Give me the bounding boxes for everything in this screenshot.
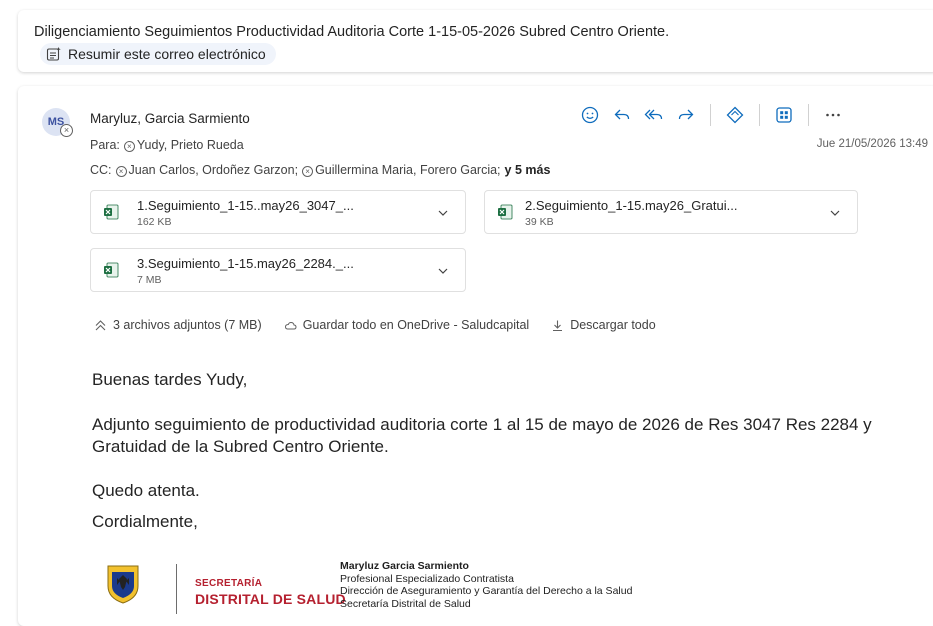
reply-all-icon: [644, 109, 663, 120]
body-regards: Cordialmente,: [92, 512, 198, 531]
message-card: MS × Maryluz, Garcia Sarmiento Para: × Yu…: [18, 86, 933, 626]
subject-card: Diligenciamiento Seguimientos Productivi…: [18, 10, 933, 72]
apps-icon: [776, 107, 792, 123]
signature-entity: Secretaría Distrital de Salud: [340, 597, 471, 610]
chevron-down-icon[interactable]: [437, 265, 449, 277]
react-button[interactable]: [574, 102, 606, 128]
toolbar-divider: [710, 104, 711, 126]
attachment-card[interactable]: 3.Seguimiento_1-15.may26_2284._... 7 MB: [90, 248, 466, 292]
attachment-size: 162 KB: [137, 216, 172, 228]
body-paragraph: Adjunto seguimiento de productividad aud…: [92, 415, 872, 456]
excel-icon: [104, 262, 119, 278]
attachment-name: 3.Seguimiento_1-15.may26_2284._...: [137, 256, 354, 271]
toolbar-divider: [808, 104, 809, 126]
chevron-down-icon[interactable]: [437, 207, 449, 219]
chevron-double-up-icon: [95, 319, 106, 330]
attachment-size: 7 MB: [137, 274, 162, 286]
excel-icon: [498, 204, 513, 220]
message-actions: [574, 102, 849, 128]
body-greeting: Buenas tardes Yudy,: [92, 370, 248, 389]
logo-line-1: SECRETARÍA: [195, 578, 263, 589]
attachments-summary: 3 archivos adjuntos (7 MB): [113, 318, 262, 332]
cc-recipient-name: Juan Carlos, Ordoñez Garzon;: [128, 163, 299, 177]
summarize-button[interactable]: Resumir este correo electrónico: [40, 43, 276, 65]
attachment-size: 39 KB: [525, 216, 554, 228]
signature-block: Maryluz Garcia Sarmiento Profesional Esp…: [340, 560, 632, 610]
attachment-card[interactable]: 1.Seguimiento_1-15..may26_3047_... 162 K…: [90, 190, 466, 234]
download-icon: [553, 320, 563, 331]
message-date: Jue 21/05/2026 13:49: [816, 138, 928, 150]
collapse-attachments-button[interactable]: 3 archivos adjuntos (7 MB): [94, 318, 262, 332]
reply-icon: [614, 109, 630, 120]
attachment-name: 1.Seguimiento_1-15..may26_3047_...: [137, 198, 354, 213]
apps-button[interactable]: [768, 102, 800, 128]
signature-name: Maryluz Garcia Sarmiento: [340, 560, 469, 572]
to-label: Para:: [90, 138, 120, 152]
download-all-label: Descargar todo: [570, 318, 656, 332]
copilot-button[interactable]: [719, 102, 751, 128]
chevron-down-icon[interactable]: [829, 207, 841, 219]
cc-line: CC: × Juan Carlos, Ordoñez Garzon; × Guill…: [90, 163, 550, 177]
presence-offline-icon: ×: [115, 166, 127, 177]
toolbar-divider: [759, 104, 760, 126]
cloud-icon: [284, 321, 297, 329]
save-onedrive-label: Guardar todo en OneDrive - Saludcapital: [302, 318, 530, 332]
presence-offline-icon: ×: [302, 166, 314, 177]
smiley-icon: [581, 106, 599, 124]
cc-label: CC:: [90, 163, 112, 177]
summarize-label: Resumir este correo electrónico: [68, 46, 266, 62]
reply-button[interactable]: [606, 102, 638, 128]
excel-icon: [104, 204, 119, 220]
reply-all-button[interactable]: [638, 102, 670, 128]
sender-name[interactable]: Maryluz, Garcia Sarmiento: [90, 111, 250, 126]
recipient-chip[interactable]: × Yudy, Prieto Rueda: [123, 138, 244, 152]
more-icon: [826, 113, 840, 117]
cc-recipient-chip[interactable]: × Juan Carlos, Ordoñez Garzon;: [115, 163, 299, 177]
logo-line-2: DISTRITAL DE SALUD: [195, 591, 346, 607]
presence-offline-icon: ×: [123, 141, 135, 152]
recipient-name: Yudy, Prieto Rueda: [136, 138, 244, 152]
save-onedrive-button[interactable]: Guardar todo en OneDrive - Saludcapital: [284, 318, 530, 332]
signature-divider: [176, 564, 177, 614]
attachment-card[interactable]: 2.Seguimiento_1-15.may26_Gratui... 39 KB: [484, 190, 858, 234]
more-actions-button[interactable]: [817, 102, 849, 128]
forward-button[interactable]: [670, 102, 702, 128]
presence-offline-icon: ×: [60, 124, 73, 137]
copilot-icon: [726, 106, 744, 124]
signature-role: Profesional Especializado Contratista: [340, 572, 514, 585]
email-subject: Diligenciamiento Seguimientos Productivi…: [34, 24, 670, 40]
cc-more-link[interactable]: y 5 más: [505, 163, 551, 177]
cc-recipient-chip[interactable]: × Guillermina Maria, Forero Garcia;: [302, 163, 501, 177]
download-all-button[interactable]: Descargar todo: [551, 318, 656, 332]
attachment-name: 2.Seguimiento_1-15.may26_Gratui...: [525, 198, 738, 213]
forward-icon: [678, 109, 694, 120]
body-closing: Quedo atenta.: [92, 481, 200, 500]
to-line: Para: × Yudy, Prieto Rueda: [90, 138, 244, 152]
summarize-icon: [46, 47, 61, 61]
signature-department: Dirección de Aseguramiento y Garantía de…: [340, 585, 633, 597]
bogota-shield-logo: [107, 565, 139, 604]
cc-recipient-name: Guillermina Maria, Forero Garcia;: [315, 163, 501, 177]
attachments-footer: 3 archivos adjuntos (7 MB) Guardar todo …: [94, 318, 656, 332]
